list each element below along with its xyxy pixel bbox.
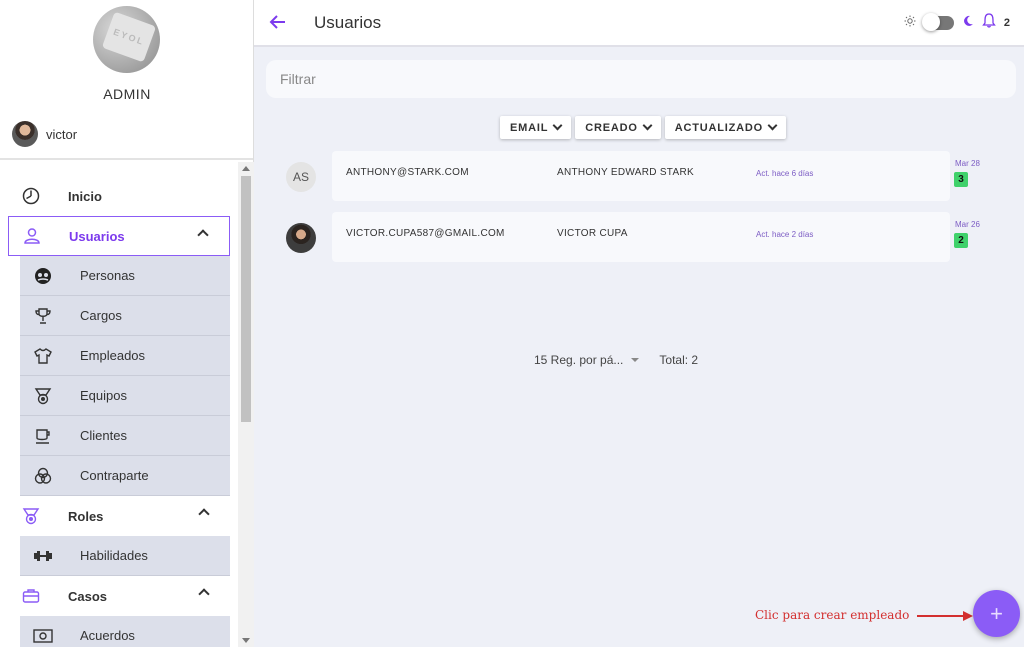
top-header: Usuarios 2	[254, 0, 1024, 47]
people-icon	[32, 265, 54, 287]
sidebar-item-label: Usuarios	[69, 228, 125, 244]
chevron-down-icon	[642, 120, 653, 131]
sidebar-item-roles[interactable]: Roles	[8, 496, 230, 536]
sidebar-item-label: Contraparte	[80, 468, 149, 483]
row-name: ANTHONY EDWARD STARK	[557, 167, 694, 178]
sort-label: CREADO	[585, 121, 638, 134]
row-date: Mar 26	[955, 220, 980, 229]
count-badge: 3	[954, 172, 968, 187]
sidebar-item-casos[interactable]: Casos	[8, 576, 230, 616]
sidebar-item-acuerdos[interactable]: Acuerdos	[20, 616, 230, 647]
sidebar-item-usuarios[interactable]: Usuarios	[8, 216, 230, 256]
row-email: VICTOR.CUPA587@GMAIL.COM	[346, 228, 505, 239]
medal-icon	[20, 505, 42, 527]
avatar	[286, 223, 316, 253]
avatar	[12, 121, 38, 147]
sort-buttons: EMAIL CREADO ACTUALIZADO	[500, 116, 786, 139]
sidebar-item-label: Empleados	[80, 348, 146, 363]
notification-count: 2	[1003, 17, 1010, 29]
sidebar-item-cargos[interactable]: Cargos	[20, 296, 230, 336]
user-name: victor	[46, 126, 78, 142]
scroll-down-icon[interactable]	[242, 638, 250, 643]
row-email: ANTHONY@STARK.COM	[346, 167, 469, 178]
sidebar-item-label: Acuerdos	[80, 628, 135, 643]
create-hint: Clic para crear empleado	[755, 608, 910, 622]
table-row[interactable]: VICTOR.CUPA587@GMAIL.COM VICTOR CUPA Act…	[266, 212, 996, 262]
admin-title: ADMIN	[103, 86, 151, 102]
dumbbell-icon	[32, 545, 54, 567]
total-count: Total: 2	[659, 353, 699, 367]
chevron-up-icon	[198, 508, 210, 520]
money-icon	[32, 625, 54, 647]
sidebar-item-label: Clientes	[80, 428, 127, 443]
row-updated: Act. hace 2 días	[756, 230, 814, 239]
sidebar-item-equipos[interactable]: Equipos	[20, 376, 230, 416]
row-updated: Act. hace 6 días	[756, 169, 814, 178]
page-title: Usuarios	[314, 13, 382, 32]
sort-label: ACTUALIZADO	[674, 121, 763, 134]
sidebar: EYOL ADMIN victor Inicio Usuarios Person…	[0, 0, 254, 647]
sidebar-item-clientes[interactable]: Clientes	[20, 416, 230, 456]
table-row[interactable]: AS ANTHONY@STARK.COM ANTHONY EDWARD STAR…	[266, 151, 996, 201]
sidebar-item-inicio[interactable]: Inicio	[8, 176, 230, 216]
sidebar-item-label: Cargos	[80, 308, 122, 323]
scroll-up-icon[interactable]	[242, 166, 250, 171]
sidebar-item-label: Equipos	[80, 388, 127, 403]
sort-actualizado-button[interactable]: ACTUALIZADO	[664, 116, 786, 139]
header-controls: 2	[904, 13, 1010, 33]
toggle-knob	[921, 13, 940, 31]
sidebar-item-empleados[interactable]: Empleados	[20, 336, 230, 376]
cup-icon	[32, 425, 54, 447]
circles-icon	[32, 465, 54, 487]
sidebar-item-label: Habilidades	[80, 548, 148, 563]
avatar: AS	[286, 162, 316, 192]
scroll-thumb[interactable]	[241, 176, 251, 422]
sidebar-scrollbar[interactable]	[238, 162, 254, 647]
filter-box	[266, 60, 1016, 98]
sidebar-item-label: Personas	[80, 268, 135, 283]
sort-label: EMAIL	[510, 121, 549, 134]
back-arrow-icon[interactable]	[268, 12, 288, 32]
sun-icon	[904, 14, 916, 32]
chevron-up-icon	[198, 588, 210, 600]
sidebar-item-label: Inicio	[68, 188, 102, 204]
per-page-value: 15 Reg. por pá...	[534, 353, 624, 367]
add-button[interactable]: +	[973, 590, 1020, 637]
sidebar-item-label: Roles	[68, 508, 104, 524]
sidebar-item-habilidades[interactable]: Habilidades	[20, 536, 230, 576]
pagination: 15 Reg. por pá... Total: 2	[534, 353, 698, 367]
sort-email-button[interactable]: EMAIL	[500, 116, 572, 139]
row-card[interactable]: VICTOR.CUPA587@GMAIL.COM VICTOR CUPA Act…	[332, 212, 950, 262]
row-date: Mar 28	[955, 159, 980, 168]
shirt-icon	[32, 345, 54, 367]
row-card[interactable]: ANTHONY@STARK.COM ANTHONY EDWARD STARK A…	[332, 151, 950, 201]
theme-toggle[interactable]	[921, 13, 954, 31]
current-user[interactable]: victor	[12, 121, 77, 147]
row-name: VICTOR CUPA	[557, 228, 628, 239]
chevron-up-icon	[197, 229, 209, 241]
nav-menu: Inicio Usuarios Personas Cargos Empleado…	[0, 162, 238, 647]
moon-icon	[962, 14, 974, 32]
filter-input[interactable]	[266, 60, 1016, 98]
medal-icon	[32, 385, 54, 407]
chevron-down-icon	[767, 120, 778, 131]
sidebar-item-personas[interactable]: Personas	[20, 256, 230, 296]
per-page-select[interactable]: 15 Reg. por pá...	[534, 353, 640, 367]
chevron-down-icon	[552, 120, 563, 131]
bell-icon[interactable]	[982, 13, 996, 33]
arrow-right-icon	[915, 609, 975, 621]
count-badge: 2	[954, 233, 968, 248]
trophy-icon	[32, 305, 54, 327]
logo-text: EYOL	[101, 11, 157, 63]
caret-down-icon	[631, 358, 640, 362]
sidebar-item-label: Casos	[68, 588, 108, 604]
logo: EYOL	[93, 6, 160, 73]
user-icon	[21, 225, 43, 247]
sidebar-item-contraparte[interactable]: Contraparte	[20, 456, 230, 496]
sort-creado-button[interactable]: CREADO	[575, 116, 661, 139]
brand-area: EYOL ADMIN victor	[0, 0, 253, 160]
clock-icon	[20, 185, 42, 207]
briefcase-icon	[20, 585, 42, 607]
